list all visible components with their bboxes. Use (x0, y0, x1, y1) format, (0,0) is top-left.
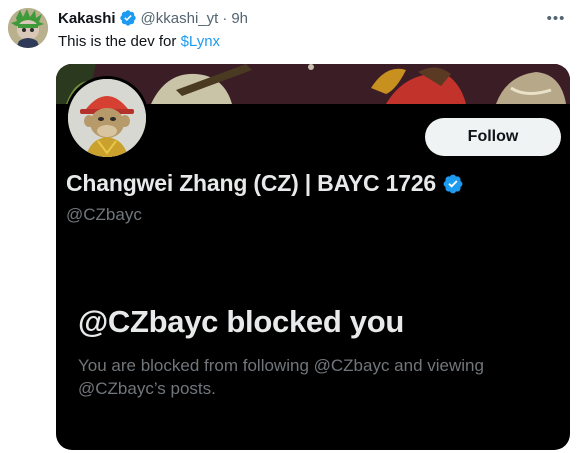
author-handle[interactable]: @kkashi_yt (141, 10, 219, 27)
verified-badge-icon (442, 173, 464, 195)
separator-dot: · (222, 9, 228, 27)
cashtag-link[interactable]: $Lynx (181, 33, 220, 50)
embedded-profile-screenshot[interactable]: Follow Changwei Zhang (CZ) | BAYC 1726 @… (56, 64, 570, 450)
tweet-header: Kakashi @kkashi_yt · 9h (58, 8, 248, 28)
tweet-text: This is the dev for $Lynx (58, 32, 220, 52)
author-avatar[interactable] (8, 8, 48, 48)
verified-badge-icon (119, 9, 137, 27)
profile-avatar[interactable] (65, 76, 149, 160)
profile-name: Changwei Zhang (CZ) | BAYC 1726 (66, 170, 436, 196)
profile-name-row: Changwei Zhang (CZ) | BAYC 1726 (66, 170, 464, 197)
author-name[interactable]: Kakashi (58, 10, 116, 27)
tweet-text-body: This is the dev for (58, 33, 181, 50)
blocked-description: You are blocked from following @CZbayc a… (78, 356, 484, 398)
blocked-title: @CZbayc blocked you (78, 304, 404, 339)
profile-handle: @CZbayc (66, 205, 142, 224)
ellipsis-icon[interactable]: ••• (546, 8, 566, 28)
follow-button[interactable]: Follow (425, 118, 561, 156)
tweet-time[interactable]: 9h (231, 10, 248, 27)
